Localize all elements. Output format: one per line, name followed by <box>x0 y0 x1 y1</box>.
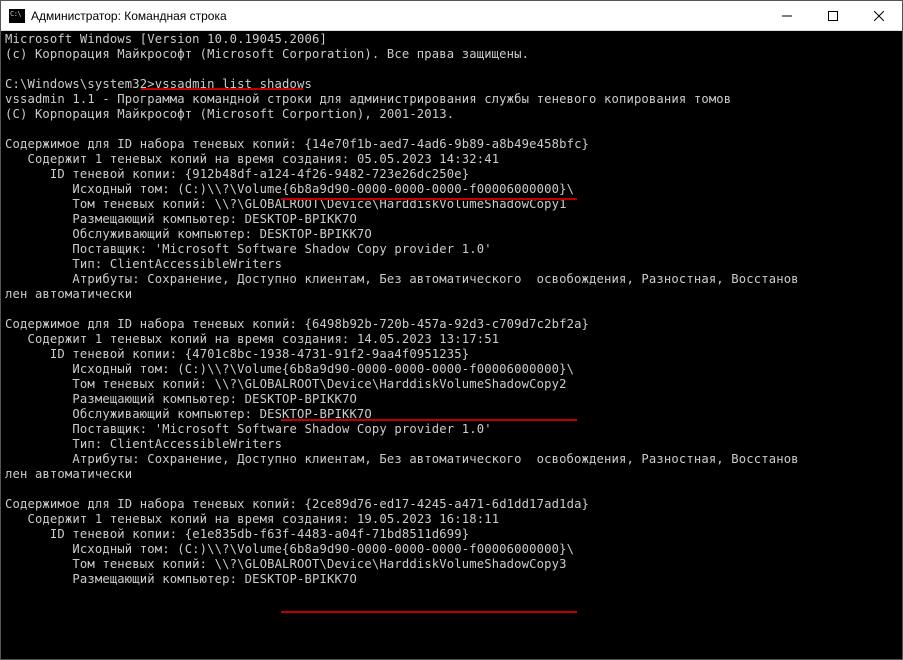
shadow-vol-2: \\?\GLOBALROOT\Device\HarddiskVolumeShad… <box>215 557 567 571</box>
attr-line1: Атрибуты: Сохранение, Доступно клиентам,… <box>5 452 799 466</box>
host-label: Размещающий компьютер: <box>5 392 237 406</box>
copy-id-1: {4701c8bc-1938-4731-91f2-9aa4f0951235} <box>185 347 470 361</box>
copy-id-label: ID теневой копии: <box>5 167 177 181</box>
host-label: Размещающий компьютер: <box>5 572 237 586</box>
provider-1: 'Microsoft Software Shadow Copy provider… <box>155 422 492 436</box>
set-id-2: {2ce89d76-ed17-4245-a471-6d1dd17ad1da} <box>305 497 590 511</box>
tool-header-2: (C) Корпорация Майкрософт (Microsoft Cor… <box>5 107 454 121</box>
set-id-0: {14e70f1b-aed7-4ad6-9b89-a8b49e458bfc} <box>305 137 590 151</box>
set-label: Содержимое для ID набора теневых копий: <box>5 137 297 151</box>
underline-annotation <box>141 88 303 90</box>
host-2: DESKTOP-BPIKK7O <box>245 572 357 586</box>
vol-guid: {6b8a9d90-0000-0000-0000-f00006000000}\ <box>282 182 574 196</box>
contains-label: Содержит 1 теневых копий на время создан… <box>5 512 349 526</box>
os-version-line: Microsoft Windows [Version 10.0.19045.20… <box>5 32 327 46</box>
created-1: 14.05.2023 13:17:51 <box>357 332 499 346</box>
svc-label: Обслуживающий компьютер: <box>5 407 252 421</box>
svc-0: DESKTOP-BPIKK7O <box>260 227 372 241</box>
window-title: Администратор: Командная строка <box>31 9 764 23</box>
underline-annotation <box>281 419 577 421</box>
shadow-vol-label: Том теневых копий: <box>5 557 207 571</box>
vol-guid: {6b8a9d90-0000-0000-0000-f00006000000}\ <box>282 362 574 376</box>
underline-annotation <box>281 611 577 613</box>
orig-vol-label: Исходный том: (C:)\\?\Volume <box>5 182 282 196</box>
provider-label: Поставщик: <box>5 242 147 256</box>
contains-label: Содержит 1 теневых копий на время создан… <box>5 152 349 166</box>
attr-line1: Атрибуты: Сохранение, Доступно клиентам,… <box>5 272 799 286</box>
contains-label: Содержит 1 теневых копий на время создан… <box>5 332 349 346</box>
underline-annotation <box>281 198 577 200</box>
set-label: Содержимое для ID набора теневых копий: <box>5 317 297 331</box>
host-0: DESKTOP-BPIKK7O <box>245 212 357 226</box>
shadow-vol-label: Том теневых копий: <box>5 197 207 211</box>
copy-id-0: {912b48df-a124-4f26-9482-723e26dc250e} <box>185 167 470 181</box>
attr-line2: лен автоматически <box>5 467 132 481</box>
minimize-button[interactable] <box>764 1 810 30</box>
orig-vol-label: Исходный том: (C:)\\?\Volume <box>5 362 282 376</box>
host-1: DESKTOP-BPIKK7O <box>245 392 357 406</box>
copy-id-label: ID теневой копии: <box>5 347 177 361</box>
shadow-vol-label: Том теневых копий: <box>5 377 207 391</box>
console-output[interactable]: Microsoft Windows [Version 10.0.19045.20… <box>1 31 902 659</box>
copy-id-label: ID теневой копии: <box>5 527 177 541</box>
set-id-1: {6498b92b-720b-457a-92d3-c709d7c2bf2a} <box>305 317 590 331</box>
titlebar[interactable]: Администратор: Командная строка <box>1 1 902 31</box>
window-frame: Администратор: Командная строка Microsof… <box>0 0 903 660</box>
created-0: 05.05.2023 14:32:41 <box>357 152 499 166</box>
set-label: Содержимое для ID набора теневых копий: <box>5 497 297 511</box>
shadow-vol-1: \\?\GLOBALROOT\Device\HarddiskVolumeShad… <box>215 377 567 391</box>
orig-vol-label: Исходный том: (C:)\\?\Volume <box>5 542 282 556</box>
prompt: C:\Windows\system32> <box>5 77 155 91</box>
type-0: ClientAccessibleWriters <box>110 257 282 271</box>
maximize-button[interactable] <box>810 1 856 30</box>
type-1: ClientAccessibleWriters <box>110 437 282 451</box>
created-2: 19.05.2023 16:18:11 <box>357 512 499 526</box>
copyright-line: (c) Корпорация Майкрософт (Microsoft Cor… <box>5 47 529 61</box>
close-button[interactable] <box>856 1 902 30</box>
window-controls <box>764 1 902 30</box>
cmd-icon <box>9 9 25 23</box>
type-label: Тип: <box>5 437 102 451</box>
provider-label: Поставщик: <box>5 422 147 436</box>
vol-guid: {6b8a9d90-0000-0000-0000-f00006000000}\ <box>282 542 574 556</box>
type-label: Тип: <box>5 257 102 271</box>
host-label: Размещающий компьютер: <box>5 212 237 226</box>
provider-0: 'Microsoft Software Shadow Copy provider… <box>155 242 492 256</box>
tool-header-1: vssadmin 1.1 - Программа командной строк… <box>5 92 731 106</box>
copy-id-2: {e1e835db-f63f-4483-a04f-71bd8511d699} <box>185 527 470 541</box>
svc-label: Обслуживающий компьютер: <box>5 227 252 241</box>
attr-line2: лен автоматически <box>5 287 132 301</box>
